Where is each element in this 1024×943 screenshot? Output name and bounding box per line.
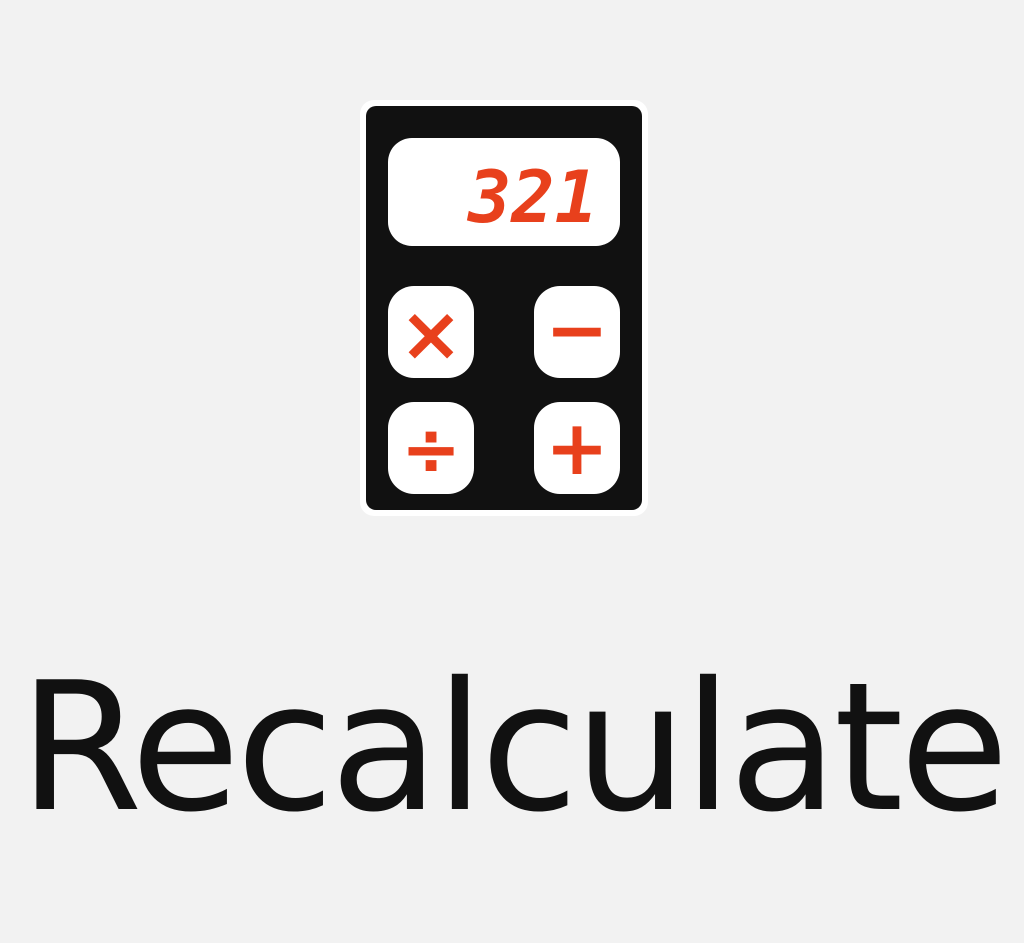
calculator-icon: 321 × − ÷ + <box>358 98 650 518</box>
minus-key: − <box>545 285 609 374</box>
plus-key: + <box>545 403 609 492</box>
calculator-display-text: 321 <box>466 155 598 239</box>
recalculate-label: Recalculate <box>18 644 1009 851</box>
divide-key: ÷ <box>401 407 461 491</box>
recalculate-button[interactable]: 321 × − ÷ + Recalculate <box>0 0 1024 943</box>
multiply-key: × <box>399 289 463 378</box>
